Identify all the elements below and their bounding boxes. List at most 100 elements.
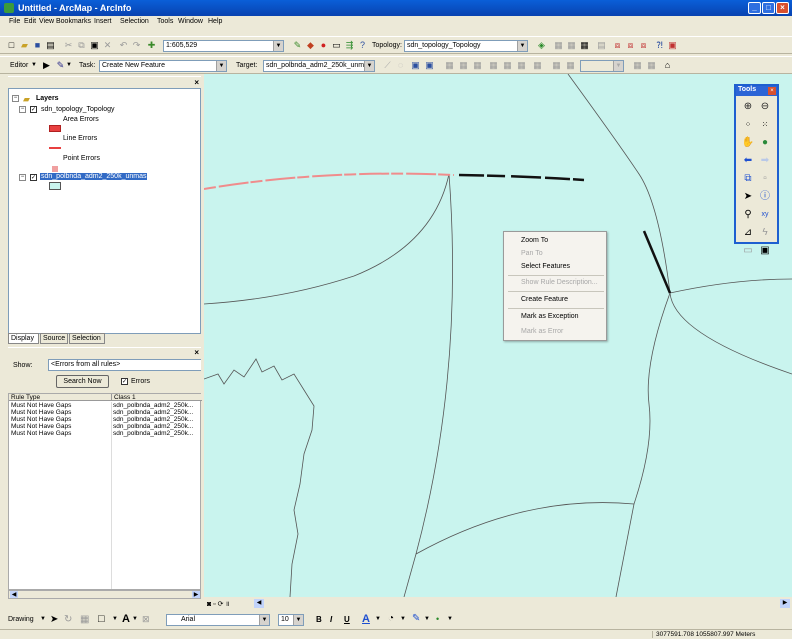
chevron-down-icon[interactable]: ▼ <box>66 62 72 68</box>
validate-icon[interactable]: ▦ <box>553 40 564 51</box>
menu-bookmarks[interactable]: Bookmarks <box>56 18 91 25</box>
table-row[interactable]: Must Not Have Gaps sdn_polbnda_adm2_250k… <box>9 409 202 416</box>
go-to-xy-icon[interactable]: xy <box>758 208 772 222</box>
line-color-icon[interactable]: ✎ <box>412 613 420 624</box>
validate-visible-icon[interactable]: ▦ <box>579 40 590 51</box>
fill-color-icon[interactable]: ◔ <box>388 613 394 624</box>
cut-icon[interactable]: ✂ <box>63 40 74 51</box>
horizontal-scrollbar[interactable]: ◀ ▶ <box>8 590 201 599</box>
new-text-icon[interactable]: A <box>122 613 130 625</box>
collapse-icon[interactable]: − <box>19 174 26 181</box>
full-extent-icon[interactable]: ● <box>758 136 772 150</box>
clip-icon[interactable]: ▦ <box>532 60 543 71</box>
viewer-window-icon[interactable]: ▣ <box>758 244 772 258</box>
rotate-icon[interactable]: ◌ <box>395 60 406 71</box>
sketch-line-icon[interactable]: ⟋ <box>382 60 393 71</box>
arccatalog-icon[interactable]: ● <box>318 40 329 51</box>
table-row[interactable]: Must Not Have Gaps sdn_polbnda_adm2_250k… <box>9 416 202 423</box>
chevron-down-icon[interactable]: ▼ <box>400 616 406 622</box>
fixed-zoom-out-icon[interactable]: ⁙ <box>758 118 772 132</box>
italic-icon[interactable]: I <box>330 615 332 624</box>
scroll-right-icon[interactable]: ▶ <box>780 599 790 608</box>
chevron-down-icon[interactable]: ▼ <box>517 41 527 51</box>
tab-source[interactable]: Source <box>40 333 68 344</box>
show-dropdown[interactable]: <Errors from all rules> <box>48 359 201 371</box>
undo-icon[interactable]: ↶ <box>118 40 129 51</box>
menu-item-mark-as-exception[interactable]: Mark as Exception <box>521 313 579 320</box>
chevron-down-icon[interactable]: ▼ <box>613 61 623 71</box>
new-document-icon[interactable]: □ <box>6 40 17 51</box>
georef-icon[interactable]: ▦ <box>551 60 562 71</box>
command-line-icon[interactable]: ▭ <box>331 40 342 51</box>
rotate-icon[interactable]: ↻ <box>64 614 72 625</box>
topology-layer-checkbox[interactable]: ✓ <box>30 106 37 113</box>
topology-edit-icon[interactable]: ⧈ <box>625 40 636 51</box>
column-header-rule-type[interactable]: Rule Type <box>11 394 40 401</box>
print-icon[interactable]: ▤ <box>45 40 56 51</box>
collapse-icon[interactable]: − <box>12 95 19 102</box>
swipe-icon[interactable]: ▦ <box>632 60 643 71</box>
select-features-icon[interactable]: ⧉ <box>741 172 755 186</box>
chevron-down-icon[interactable]: ▼ <box>40 616 46 622</box>
font-dropdown[interactable]: Arial ▼ <box>166 614 270 626</box>
zoom-whole-page-icon[interactable]: ▦ <box>80 614 89 625</box>
buffer-icon[interactable]: ▦ <box>502 60 513 71</box>
map-topology-icon[interactable]: ◈ <box>536 40 547 51</box>
table-row[interactable]: Must Not Have Gaps sdn_polbnda_adm2_250k… <box>9 430 202 437</box>
editor-toolbar-icon[interactable]: ✎ <box>292 40 303 51</box>
sketch-properties-icon[interactable]: ▣ <box>424 60 435 71</box>
map-scale-field[interactable]: 1:605,529 ▼ <box>163 40 284 52</box>
transparency-field[interactable]: ▼ <box>580 60 624 72</box>
font-size-dropdown[interactable]: 10 ▼ <box>278 614 304 626</box>
drawing-menu[interactable]: Drawing <box>8 616 34 623</box>
topology-layer-name[interactable]: sdn_topology_Topology <box>41 106 115 113</box>
target-dropdown[interactable]: sdn_polbnda_adm2_250k_unma ▼ <box>263 60 375 72</box>
close-icon[interactable]: × <box>194 78 199 87</box>
tab-display[interactable]: Display <box>8 333 39 344</box>
chevron-down-icon[interactable]: ▼ <box>112 616 118 622</box>
time-slider-icon[interactable]: ▭ <box>741 244 755 258</box>
menu-window[interactable]: Window <box>178 18 203 25</box>
scroll-left-icon[interactable]: ◀ <box>10 591 18 598</box>
validate-extent-icon[interactable]: ▦ <box>566 40 577 51</box>
scroll-right-icon[interactable]: ▶ <box>192 591 200 598</box>
layers-root[interactable]: Layers <box>36 95 59 102</box>
menu-file[interactable]: File <box>9 18 20 25</box>
copy-icon[interactable]: ⧉ <box>76 40 87 51</box>
home-icon[interactable]: ⌂ <box>662 60 673 71</box>
find-binoculars-icon[interactable]: ⚲ <box>741 208 755 222</box>
paste-icon[interactable]: ▣ <box>89 40 100 51</box>
select-elements-icon[interactable]: ➤ <box>741 190 755 204</box>
chevron-down-icon[interactable]: ▼ <box>216 61 226 71</box>
polygon-layer-name[interactable]: sdn_polbnda_adm2_250k_unmas <box>40 173 148 180</box>
map-display[interactable] <box>204 74 792 597</box>
menu-item-create-feature[interactable]: Create Feature <box>521 296 568 303</box>
save-icon[interactable]: ■ <box>32 40 43 51</box>
whats-this-icon[interactable]: ? <box>357 40 368 51</box>
arctoolbox-icon[interactable]: ◆ <box>305 40 316 51</box>
split-icon[interactable]: ▦ <box>472 60 483 71</box>
chevron-down-icon[interactable]: ▼ <box>31 62 37 68</box>
menu-insert[interactable]: Insert <box>94 18 112 25</box>
menu-tools[interactable]: Tools <box>157 18 173 25</box>
georef-layer-icon[interactable]: ▦ <box>565 60 576 71</box>
open-folder-icon[interactable]: ▰ <box>19 40 30 51</box>
error-inspector-icon[interactable]: ⧈ <box>612 40 623 51</box>
select-elements-icon[interactable]: ➤ <box>50 614 58 625</box>
menu-edit[interactable]: Edit <box>24 18 36 25</box>
menu-item-select-features[interactable]: Select Features <box>521 263 570 270</box>
fixed-zoom-in-icon[interactable]: ⁘ <box>741 118 755 132</box>
menu-view[interactable]: View <box>39 18 54 25</box>
minimize-button[interactable]: _ <box>748 2 761 14</box>
pan-hand-icon[interactable]: ✋ <box>741 136 755 150</box>
show-shared-icon[interactable]: ▦ <box>458 60 469 71</box>
chevron-down-icon[interactable]: ▼ <box>447 616 453 622</box>
measure-icon[interactable]: ⊿ <box>741 226 755 240</box>
collapse-icon[interactable]: − <box>19 106 26 113</box>
tab-selection[interactable]: Selection <box>69 333 105 344</box>
close-button[interactable]: × <box>776 2 789 14</box>
zoom-in-icon[interactable]: ⊕ <box>741 100 755 114</box>
close-icon[interactable]: × <box>768 87 776 95</box>
attributes-icon[interactable]: ▣ <box>410 60 421 71</box>
delete-icon[interactable]: ✕ <box>102 40 113 51</box>
